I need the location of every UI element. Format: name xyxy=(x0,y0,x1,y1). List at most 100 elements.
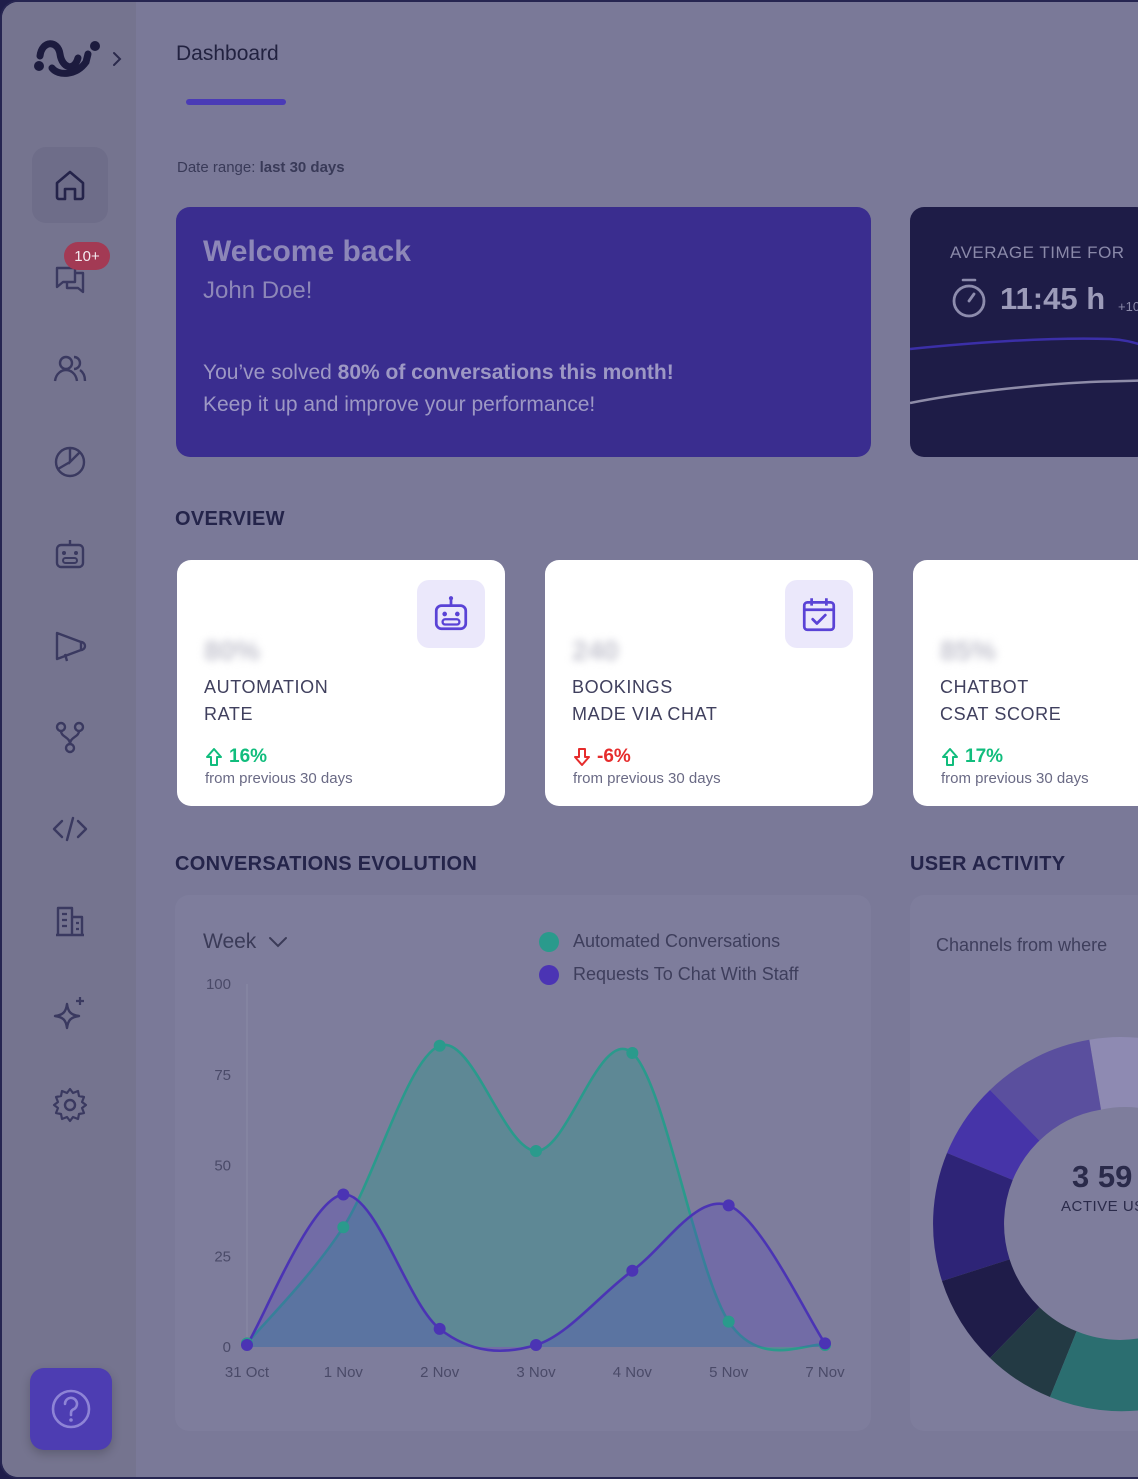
data-point[interactable] xyxy=(241,1339,253,1351)
megaphone-icon xyxy=(55,631,87,662)
date-range-label: Date range: xyxy=(177,159,256,176)
data-point[interactable] xyxy=(530,1339,542,1351)
building-icon xyxy=(56,906,84,937)
pie-chart-icon xyxy=(54,446,86,478)
avg-time-sparkline xyxy=(910,337,1138,405)
sidebar: 10+ xyxy=(2,2,136,1477)
welcome-message: You’ve solved 80% of conversations this … xyxy=(203,357,674,421)
x-tick-label: 1 Nov xyxy=(324,1364,364,1381)
metric-period: from previous 30 days xyxy=(573,770,721,787)
y-tick-label: 75 xyxy=(214,1067,231,1084)
chart-legend: Automated Conversations Requests To Chat… xyxy=(539,925,798,991)
date-range-value: last 30 days xyxy=(259,159,345,176)
sidebar-item-analytics[interactable] xyxy=(32,423,108,499)
legend-swatch-automated xyxy=(539,931,559,952)
sparkles-icon xyxy=(53,997,84,1030)
welcome-msg-prefix: You’ve solved xyxy=(203,361,338,384)
arrow-down-icon xyxy=(574,748,590,766)
sidebar-item-home[interactable] xyxy=(32,147,108,223)
legend-label: Automated Conversations xyxy=(573,931,781,951)
overview-card-bookings[interactable]: 240 BOOKINGS MADE VIA CHAT -6% from previ… xyxy=(545,560,873,806)
stopwatch-icon xyxy=(952,278,986,318)
sidebar-item-settings[interactable] xyxy=(32,1067,108,1143)
data-point[interactable] xyxy=(819,1337,831,1350)
metric-value: 240 xyxy=(572,635,619,666)
active-users-label: ACTIVE US xyxy=(1061,1198,1138,1215)
metric-period: from previous 30 days xyxy=(205,770,353,787)
x-tick-label: 2 Nov xyxy=(420,1364,460,1381)
avg-time-delta: +10 xyxy=(1118,299,1138,314)
y-tick-label: 100 xyxy=(206,976,231,993)
expand-sidebar-icon[interactable] xyxy=(110,50,124,68)
metric-label: CHATBOT CSAT SCORE xyxy=(940,677,1062,724)
user-activity-card: Channels from where 3 59 ACTIVE US xyxy=(910,895,1138,1431)
data-point[interactable] xyxy=(337,1188,350,1201)
overview-heading: OVERVIEW xyxy=(175,508,285,530)
data-point[interactable] xyxy=(626,1264,639,1277)
user-name: John Doe! xyxy=(203,277,313,304)
x-tick-label: 7 Nov xyxy=(805,1364,845,1381)
y-tick-label: 50 xyxy=(214,1158,231,1175)
robot-icon xyxy=(434,596,468,631)
page-title[interactable]: Dashboard xyxy=(176,42,279,66)
welcome-banner: Welcome back John Doe! You’ve solved 80%… xyxy=(176,207,871,457)
overview-card-csat[interactable]: 85% CHATBOT CSAT SCORE 17% from previous … xyxy=(913,560,1138,806)
metric-delta: 16% xyxy=(205,746,267,768)
data-point[interactable] xyxy=(337,1221,350,1234)
avg-time-card: AVERAGE TIME FOR 11:45 h +10 xyxy=(910,207,1138,457)
metric-period: from previous 30 days xyxy=(941,770,1089,787)
overview-card-automation[interactable]: 80% AUTOMATION RATE 16% from previous 30 … xyxy=(177,560,505,806)
y-tick-label: 0 xyxy=(223,1339,231,1356)
home-icon xyxy=(55,170,85,201)
sidebar-item-bots[interactable] xyxy=(32,515,108,591)
y-tick-label: 25 xyxy=(214,1248,231,1265)
unread-badge: 10+ xyxy=(64,242,110,270)
period-select-value: Week xyxy=(203,930,257,953)
gear-icon xyxy=(52,1087,88,1123)
welcome-msg-line2: Keep it up and improve your performance! xyxy=(203,393,596,416)
sidebar-item-organization[interactable] xyxy=(32,883,108,959)
active-tab-indicator xyxy=(186,99,286,105)
logo-icon[interactable] xyxy=(32,36,102,80)
sidebar-item-ai[interactable] xyxy=(32,975,108,1051)
legend-item-staff[interactable]: Requests To Chat With Staff xyxy=(539,958,798,991)
data-point[interactable] xyxy=(722,1199,735,1212)
welcome-msg-highlight: 80% of conversations this month! xyxy=(337,361,674,384)
help-circle-icon xyxy=(51,1389,91,1429)
date-range[interactable]: Date range: last 30 days xyxy=(177,159,345,176)
help-button[interactable] xyxy=(30,1368,112,1450)
sidebar-item-campaigns[interactable] xyxy=(32,607,108,683)
x-tick-label: 31 Oct xyxy=(225,1364,270,1381)
x-tick-label: 3 Nov xyxy=(516,1364,556,1381)
app-window: 10+ Dashboard Date range: last 30 days W… xyxy=(0,0,1138,1479)
avg-time-label: AVERAGE TIME FOR xyxy=(950,243,1125,262)
robot-icon xyxy=(55,540,85,569)
data-point[interactable] xyxy=(433,1322,446,1335)
x-tick-label: 5 Nov xyxy=(709,1364,749,1381)
metric-delta: -6% xyxy=(573,746,631,768)
metric-label: AUTOMATION RATE xyxy=(204,677,329,724)
sidebar-item-contacts[interactable] xyxy=(32,331,108,407)
metric-value: 85% xyxy=(940,635,997,666)
data-point[interactable] xyxy=(722,1315,735,1328)
data-point[interactable] xyxy=(626,1046,639,1059)
sidebar-item-developers[interactable] xyxy=(32,791,108,867)
avg-time-value: 11:45 h xyxy=(1000,281,1106,316)
data-point[interactable] xyxy=(433,1039,446,1052)
metric-value: 80% xyxy=(204,635,261,666)
legend-item-automated[interactable]: Automated Conversations xyxy=(539,925,798,958)
data-point[interactable] xyxy=(530,1144,542,1157)
metric-icon-badge xyxy=(417,580,485,648)
metric-icon-badge xyxy=(785,580,853,648)
welcome-heading: Welcome back xyxy=(203,235,411,268)
legend-swatch-staff xyxy=(539,964,559,985)
user-activity-heading: USER ACTIVITY xyxy=(910,853,1066,875)
active-users-total: 3 59 xyxy=(1072,1159,1133,1194)
metric-label: BOOKINGS MADE VIA CHAT xyxy=(572,677,718,724)
workflow-icon xyxy=(55,721,85,754)
arrow-up-icon xyxy=(942,748,958,766)
period-select[interactable]: Week xyxy=(203,930,288,954)
chevron-down-icon xyxy=(269,937,288,948)
sidebar-item-workflows[interactable] xyxy=(32,699,108,775)
calendar-check-icon xyxy=(802,598,836,632)
